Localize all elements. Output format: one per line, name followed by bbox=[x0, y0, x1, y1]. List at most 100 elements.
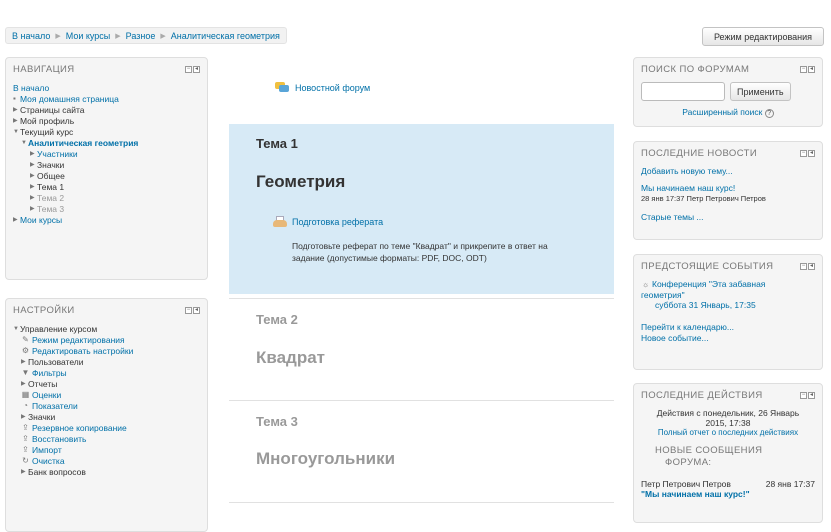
collapse-icon[interactable]: − bbox=[800, 392, 807, 399]
event-link-cont[interactable]: геометрия" bbox=[641, 290, 815, 300]
settings-backup[interactable]: Резервное копирование bbox=[32, 423, 127, 433]
help-icon[interactable]: ? bbox=[764, 109, 774, 118]
collapse-icon[interactable]: − bbox=[800, 66, 807, 73]
nav-topic-1[interactable]: Тема 1 bbox=[37, 182, 64, 192]
section-topic-3: Тема 3 Многоугольники bbox=[229, 402, 614, 500]
nav-participants[interactable]: Участники bbox=[37, 149, 78, 159]
assignment-link[interactable]: Подготовка реферата bbox=[292, 217, 383, 227]
expand-arrow-icon[interactable]: ▶ bbox=[21, 413, 28, 420]
navigation-block: НАВИГАЦИЯ − ◂ В начало ▪ Моя домашняя стра… bbox=[5, 57, 208, 280]
dock-icon[interactable]: ◂ bbox=[193, 307, 200, 314]
breadcrumb-separator-icon: ▶ bbox=[160, 32, 166, 40]
collapse-arrow-icon[interactable]: ▼ bbox=[13, 326, 20, 332]
expand-arrow-icon[interactable]: ▶ bbox=[21, 358, 28, 365]
expand-arrow-icon[interactable]: ▶ bbox=[30, 172, 37, 179]
advanced-search-link[interactable]: Расширенный поиск bbox=[682, 107, 762, 117]
expand-arrow-icon[interactable]: ▶ bbox=[30, 183, 37, 190]
dock-icon[interactable]: ◂ bbox=[808, 392, 815, 399]
breadcrumb-my-courses[interactable]: Мои курсы bbox=[66, 31, 111, 41]
forum-search-block: ПОИСК ПО ФОРУМАМ − ◂ Применить Расширенны… bbox=[633, 57, 823, 127]
event-link[interactable]: Конференция "Эта забавная bbox=[652, 279, 765, 289]
block-controls: − ◂ bbox=[800, 66, 815, 73]
upcoming-events-block: ПРЕДСТОЯЩИЕ СОБЫТИЯ − ◂ ☼ Конференция "Эта… bbox=[633, 254, 823, 370]
settings-course-admin[interactable]: Управление курсом bbox=[20, 324, 97, 334]
nav-dashboard-link[interactable]: Моя домашняя страница bbox=[20, 94, 119, 104]
news-item-title[interactable]: Мы начинаем наш курс! bbox=[641, 183, 815, 193]
settings-badges[interactable]: Значки bbox=[28, 412, 55, 422]
settings-block: НАСТРОЙКИ − ◂ ▼ Управление курсом ✎ Режим р… bbox=[5, 298, 208, 532]
description-line: задание (допустимые форматы: PDF, DOC, O… bbox=[292, 253, 487, 263]
breadcrumb-course[interactable]: Аналитическая геометрия bbox=[171, 31, 280, 41]
settings-filters[interactable]: Фильтры bbox=[32, 368, 67, 378]
forum-search-input[interactable] bbox=[641, 82, 725, 101]
go-to-calendar-link[interactable]: Перейти к календарю... bbox=[641, 322, 815, 333]
settings-question-bank[interactable]: Банк вопросов bbox=[28, 467, 86, 477]
settings-edit-mode[interactable]: Режим редактирования bbox=[32, 335, 125, 345]
block-controls: − ◂ bbox=[185, 66, 200, 73]
expand-arrow-icon[interactable]: ▶ bbox=[21, 380, 28, 387]
news-forum-link[interactable]: Новостной форум bbox=[295, 83, 370, 93]
pencil-icon: ✎ bbox=[22, 335, 29, 344]
settings-edit-settings[interactable]: Редактировать настройки bbox=[32, 346, 133, 356]
breadcrumb-home[interactable]: В начало bbox=[12, 31, 50, 41]
add-topic-link[interactable]: Добавить новую тему... bbox=[641, 166, 815, 176]
full-report-link[interactable]: Полный отчет о последних действиях bbox=[641, 428, 815, 438]
collapse-icon[interactable]: − bbox=[185, 307, 192, 314]
post-author: Петр Петрович Петров bbox=[641, 479, 731, 489]
collapse-icon[interactable]: − bbox=[800, 263, 807, 270]
apply-button[interactable]: Применить bbox=[730, 82, 791, 101]
section-title: Геометрия bbox=[256, 172, 346, 191]
post-title-link[interactable]: "Мы начинаем наш курс!" bbox=[641, 489, 815, 499]
section-divider bbox=[229, 400, 614, 401]
settings-outcomes[interactable]: Показатели bbox=[32, 401, 78, 411]
settings-grades[interactable]: Оценки bbox=[32, 390, 61, 400]
expand-arrow-icon[interactable]: ▶ bbox=[21, 468, 28, 475]
block-controls: − ◂ bbox=[800, 150, 815, 157]
dock-icon[interactable]: ◂ bbox=[808, 66, 815, 73]
nav-badges[interactable]: Значки bbox=[37, 160, 64, 170]
nav-home-link[interactable]: В начало bbox=[13, 83, 49, 93]
collapse-icon[interactable]: − bbox=[800, 150, 807, 157]
collapse-arrow-icon[interactable]: ▼ bbox=[21, 140, 28, 146]
settings-users[interactable]: Пользователи bbox=[28, 357, 83, 367]
old-topics-link[interactable]: Старые темы ... bbox=[641, 212, 815, 222]
block-title: НАСТРОЙКИ bbox=[13, 305, 75, 316]
new-posts-heading-cont: ФОРУМА: bbox=[665, 457, 712, 468]
expand-arrow-icon[interactable]: ▶ bbox=[30, 205, 37, 212]
gear-icon: ⚙ bbox=[21, 346, 30, 355]
breadcrumb-misc[interactable]: Разное bbox=[126, 31, 156, 41]
news-forum-activity[interactable]: Новостной форум bbox=[275, 82, 370, 93]
dock-icon[interactable]: ◂ bbox=[808, 263, 815, 270]
expand-arrow-icon[interactable]: ▶ bbox=[13, 106, 20, 113]
collapse-icon[interactable]: − bbox=[185, 66, 192, 73]
nav-topic-2[interactable]: Тема 2 bbox=[37, 193, 64, 203]
section-divider bbox=[229, 502, 614, 503]
nav-my-courses[interactable]: Мои курсы bbox=[20, 215, 62, 225]
expand-arrow-icon[interactable]: ▶ bbox=[30, 161, 37, 168]
settings-import[interactable]: Импорт bbox=[32, 445, 62, 455]
nav-topic-3[interactable]: Тема 3 bbox=[37, 204, 64, 214]
settings-reports[interactable]: Отчеты bbox=[28, 379, 57, 389]
nav-course-link[interactable]: Аналитическая геометрия bbox=[28, 138, 138, 148]
block-title: ПРЕДСТОЯЩИЕ СОБЫТИЯ bbox=[641, 261, 774, 272]
expand-arrow-icon[interactable]: ▶ bbox=[13, 216, 20, 223]
post-meta: Петр Петрович Петров 28 янв 17:37 bbox=[641, 479, 815, 489]
edit-mode-button[interactable]: Режим редактирования bbox=[702, 27, 824, 46]
nav-site-pages[interactable]: Страницы сайта bbox=[20, 105, 85, 115]
assignment-activity[interactable]: Подготовка реферата bbox=[273, 216, 383, 228]
new-event-link[interactable]: Новое событие... bbox=[641, 333, 815, 344]
dock-icon[interactable]: ◂ bbox=[808, 150, 815, 157]
settings-reset[interactable]: Очистка bbox=[32, 456, 65, 466]
activity-since-cont: 2015, 17:38 bbox=[705, 418, 751, 428]
nav-general[interactable]: Общее bbox=[37, 171, 65, 181]
nav-profile[interactable]: Мой профиль bbox=[20, 116, 74, 126]
expand-arrow-icon[interactable]: ▶ bbox=[30, 194, 37, 201]
expand-arrow-icon[interactable]: ▶ bbox=[13, 117, 20, 124]
collapse-arrow-icon[interactable]: ▼ bbox=[13, 129, 20, 135]
section-label: Тема 1 bbox=[256, 136, 298, 151]
filter-icon: ▼ bbox=[21, 368, 30, 377]
nav-current-course[interactable]: Текущий курс bbox=[20, 127, 73, 137]
expand-arrow-icon[interactable]: ▶ bbox=[30, 150, 37, 157]
dock-icon[interactable]: ◂ bbox=[193, 66, 200, 73]
settings-restore[interactable]: Восстановить bbox=[32, 434, 86, 444]
